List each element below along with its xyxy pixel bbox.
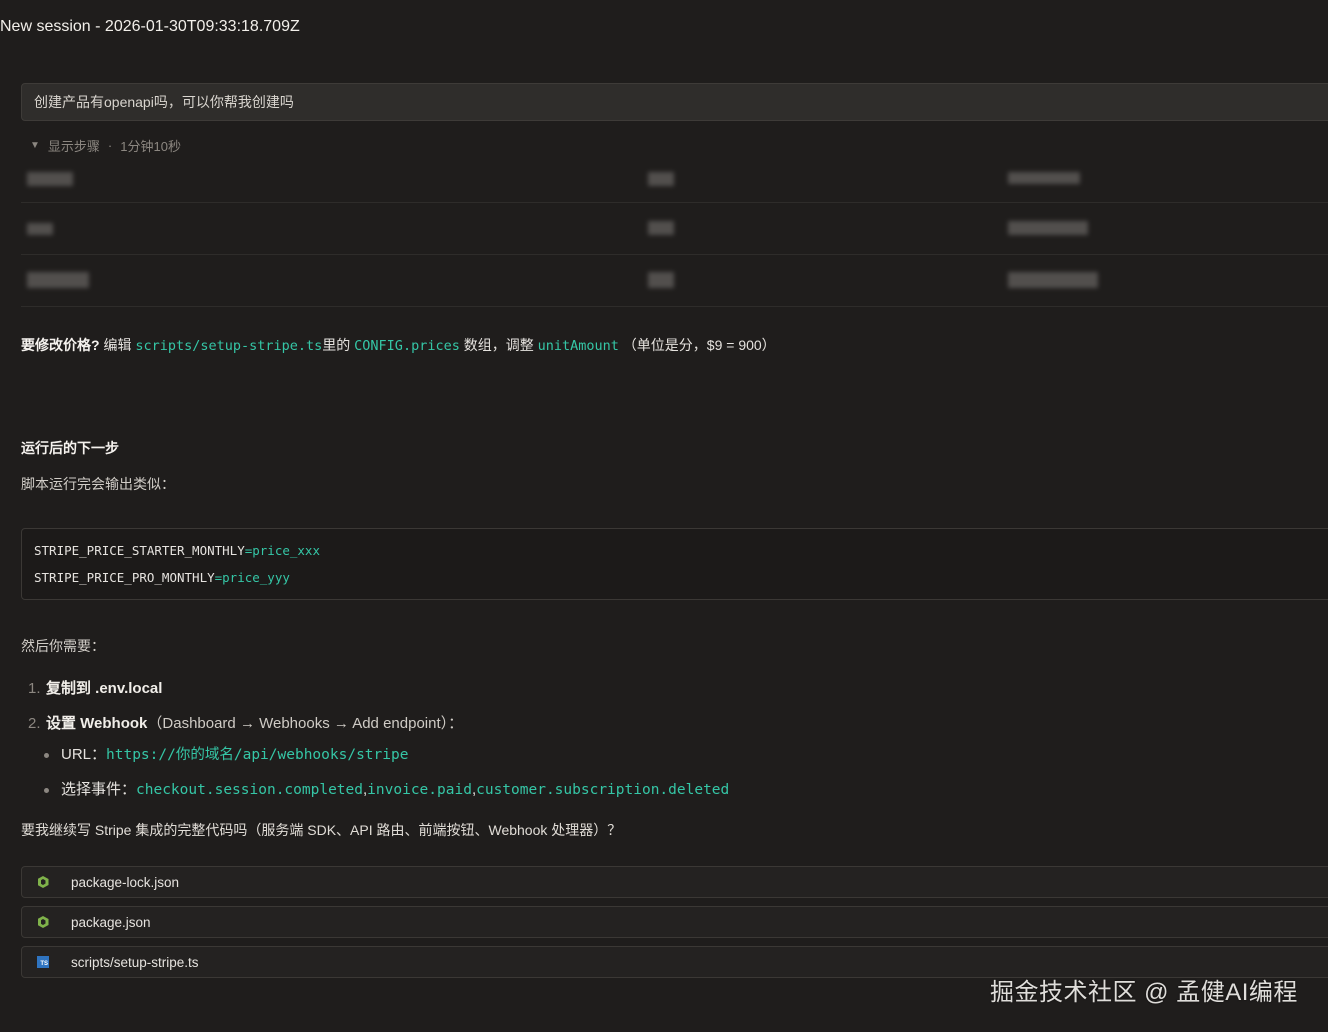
show-steps-toggle[interactable]: ▼ 显示步骤 · 1分钟10秒: [30, 136, 181, 155]
setup-script-path: scripts/setup-stripe.ts: [135, 338, 323, 354]
redacted-cell: [648, 221, 674, 235]
steps-duration: 1分钟10秒: [120, 139, 181, 154]
redacted-cell: [648, 172, 674, 186]
list-item-detail: （Dashboard → Webhooks → Add endpoint）：: [147, 715, 464, 732]
caret-down-icon: ▼: [30, 140, 40, 151]
then-intro: 然后你需要：: [21, 638, 105, 654]
webhook-events-bullet: 选择事件：checkout.session.completed,invoice.…: [44, 778, 729, 799]
price-edit-note: 要修改价格? 编辑 scripts/setup-stripe.ts里的 CONF…: [21, 335, 776, 355]
file-name: scripts/setup-stripe.ts: [71, 954, 199, 970]
list-item-text: 复制到 .env.local: [46, 680, 163, 697]
table-divider: [21, 254, 1328, 255]
price-note-text: （单位是分，$9 = 900）: [622, 337, 776, 353]
code-line: STRIPE_PRICE_STARTER_MONTHLY=price_xxx: [34, 537, 1328, 564]
table-divider: [21, 202, 1328, 203]
redacted-table: [21, 166, 1328, 307]
show-steps-label: 显示步骤: [47, 139, 100, 154]
event-code: invoice.paid: [367, 782, 472, 798]
follow-up-question: 要我继续写 Stripe 集成的完整代码吗（服务端 SDK、API 路由、前端按…: [21, 822, 622, 838]
changed-file-row[interactable]: package.json: [21, 906, 1328, 938]
price-note-text: 数组，调整: [463, 337, 534, 353]
redacted-cell: [1008, 221, 1088, 235]
typescript-icon: TS: [36, 955, 50, 969]
event-code: checkout.session.completed: [136, 782, 363, 798]
user-prompt-message: 创建产品有openapi吗，可以你帮我创建吗: [21, 83, 1328, 121]
code-line: STRIPE_PRICE_PRO_MONTHLY=price_yyy: [34, 564, 1328, 591]
price-note-text: 编辑: [103, 337, 132, 353]
ordered-list-item: 1. 复制到 .env.local: [28, 677, 162, 698]
env-key: STRIPE_PRICE_PRO_MONTHLY: [34, 570, 215, 585]
changed-file-row[interactable]: package-lock.json: [21, 866, 1328, 898]
webhook-url-bullet: URL：https://你的域名/api/webhooks/stripe: [44, 743, 408, 764]
next-steps-heading: 运行后的下一步: [21, 440, 119, 456]
redacted-cell: [27, 223, 53, 235]
list-number: 1.: [28, 680, 41, 697]
redacted-cell: [1008, 172, 1080, 184]
session-title: New session - 2026-01-30T09:33:18.709Z: [0, 18, 300, 35]
webhook-url-code: https://你的域名/api/webhooks/stripe: [106, 747, 409, 763]
steps-separator: ·: [107, 138, 113, 153]
env-key: STRIPE_PRICE_STARTER_MONTHLY: [34, 543, 245, 558]
bullet-dot: [44, 787, 49, 793]
unit-amount-code: unitAmount: [537, 338, 619, 354]
ordered-list-item: 2. 设置 Webhook（Dashboard → Webhooks → Add …: [28, 712, 463, 733]
nodejs-icon: [36, 915, 50, 929]
redacted-cell: [1008, 272, 1098, 288]
price-note-text: 里的: [322, 337, 351, 353]
output-intro: 脚本运行完会输出类似：: [21, 476, 175, 492]
event-code: customer.subscription.deleted: [476, 782, 730, 798]
file-name: package-lock.json: [71, 874, 180, 890]
redacted-cell: [27, 272, 89, 288]
watermark: 掘金技术社区 @ 孟健AI编程: [990, 979, 1298, 1006]
redacted-cell: [27, 172, 73, 186]
table-divider: [21, 306, 1328, 307]
price-note-lead: 要修改价格?: [21, 337, 100, 353]
redacted-cell: [648, 272, 674, 288]
env-value: price_xxx: [252, 543, 320, 558]
config-prices-code: CONFIG.prices: [354, 338, 460, 354]
env-value: price_yyy: [222, 570, 290, 585]
nodejs-icon: [36, 875, 50, 889]
list-number: 2.: [28, 715, 41, 732]
url-label: URL：: [61, 746, 107, 763]
bullet-dot: [44, 752, 49, 758]
file-name: package.json: [71, 914, 151, 930]
env-output-code-block[interactable]: STRIPE_PRICE_STARTER_MONTHLY=price_xxx S…: [21, 528, 1328, 600]
events-label: 选择事件：: [61, 781, 137, 798]
user-prompt-text: 创建产品有openapi吗，可以你帮我创建吗: [34, 94, 294, 110]
list-item-text: 设置 Webhook: [46, 715, 148, 732]
